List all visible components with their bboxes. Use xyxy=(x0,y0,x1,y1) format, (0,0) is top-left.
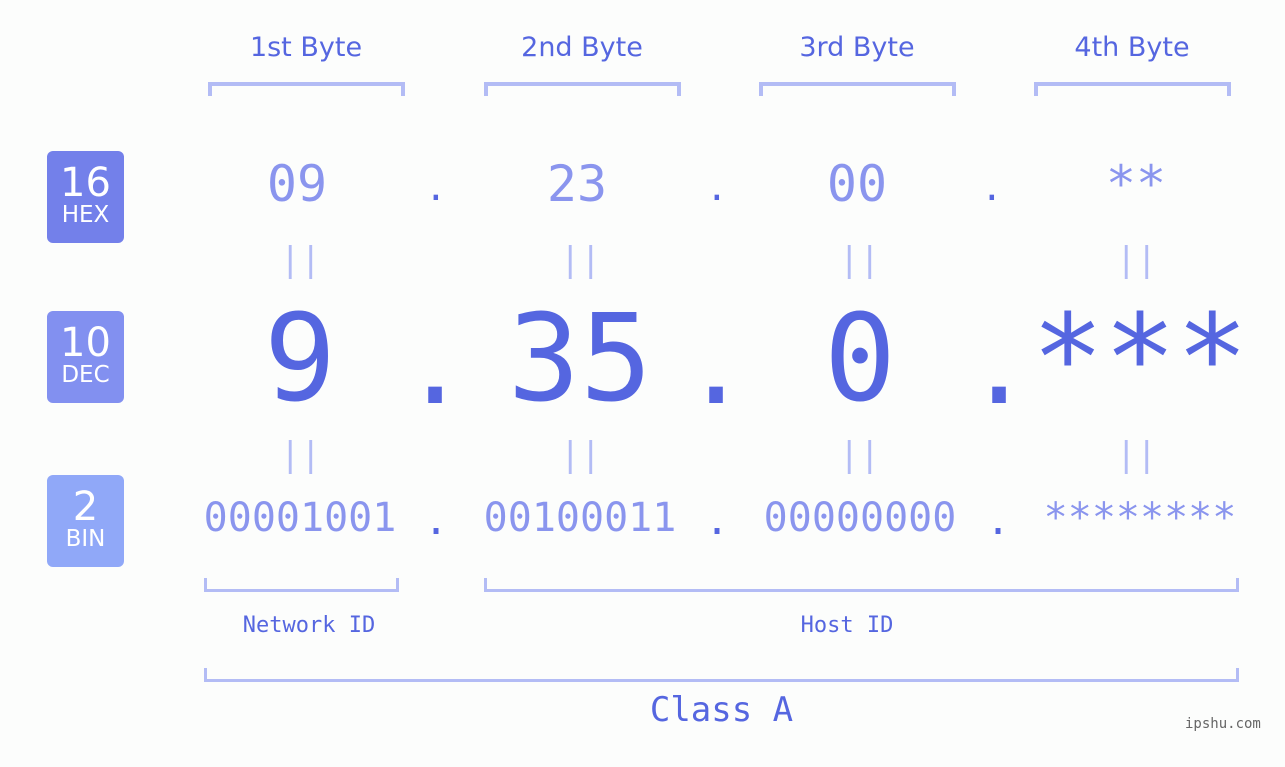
network-id-bracket xyxy=(204,578,399,592)
byte-title-1: 1st Byte xyxy=(249,32,363,63)
bin-value-4: ******** xyxy=(1043,495,1237,541)
bin-value-2: 00100011 xyxy=(483,495,677,541)
hex-base-number: 16 xyxy=(60,160,111,206)
network-id-label: Network ID xyxy=(242,613,376,638)
dec-separator-2: . xyxy=(683,301,750,429)
equals-hex-dec-2: || xyxy=(560,240,601,280)
dec-separator-1: . xyxy=(402,301,469,429)
equals-hex-dec-1: || xyxy=(280,240,321,280)
dec-value-2: 35 xyxy=(507,290,653,429)
byte-bracket-2 xyxy=(484,82,681,96)
hex-value-2: 23 xyxy=(546,155,608,213)
bin-value-3: 00000000 xyxy=(763,495,957,541)
equals-dec-bin-3: || xyxy=(839,435,880,475)
bin-base-label: BIN xyxy=(65,526,106,552)
dec-badge: 10 DEC xyxy=(47,311,124,403)
class-bracket xyxy=(204,668,1239,682)
byte-bracket-1 xyxy=(208,82,405,96)
bin-base-number: 2 xyxy=(72,484,99,530)
watermark: ipshu.com xyxy=(1185,716,1261,732)
equals-dec-bin-1: || xyxy=(280,435,321,475)
hex-value-3: 00 xyxy=(826,155,888,213)
equals-hex-dec-4: || xyxy=(1116,240,1157,280)
equals-dec-bin-4: || xyxy=(1116,435,1157,475)
dec-base-number: 10 xyxy=(60,320,111,366)
hex-separator-1: . xyxy=(425,168,447,209)
hex-value-4: ** xyxy=(1105,155,1167,213)
bin-badge: 2 BIN xyxy=(47,475,124,567)
dec-base-label: DEC xyxy=(61,362,110,388)
host-id-label: Host ID xyxy=(800,613,894,638)
byte-bracket-3 xyxy=(759,82,956,96)
byte-bracket-4 xyxy=(1034,82,1231,96)
dec-value-1: 9 xyxy=(263,290,337,429)
dec-value-3: 0 xyxy=(823,290,897,429)
bin-separator-2: . xyxy=(705,498,730,544)
class-label: Class A xyxy=(649,690,794,730)
bin-separator-3: . xyxy=(986,498,1011,544)
hex-base-label: HEX xyxy=(61,202,110,228)
dec-value-4: *** xyxy=(1031,290,1249,429)
byte-title-4: 4th Byte xyxy=(1074,32,1190,63)
bin-separator-1: . xyxy=(424,498,449,544)
byte-title-3: 3rd Byte xyxy=(799,32,915,63)
dec-separator-3: . xyxy=(966,301,1033,429)
hex-separator-3: . xyxy=(981,168,1003,209)
equals-hex-dec-3: || xyxy=(839,240,880,280)
bin-value-1: 00001001 xyxy=(203,495,397,541)
byte-title-2: 2nd Byte xyxy=(521,32,643,63)
equals-dec-bin-2: || xyxy=(560,435,601,475)
hex-badge: 16 HEX xyxy=(47,151,124,243)
hex-separator-2: . xyxy=(706,168,728,209)
host-id-bracket xyxy=(484,578,1239,592)
hex-value-1: 09 xyxy=(266,155,328,213)
